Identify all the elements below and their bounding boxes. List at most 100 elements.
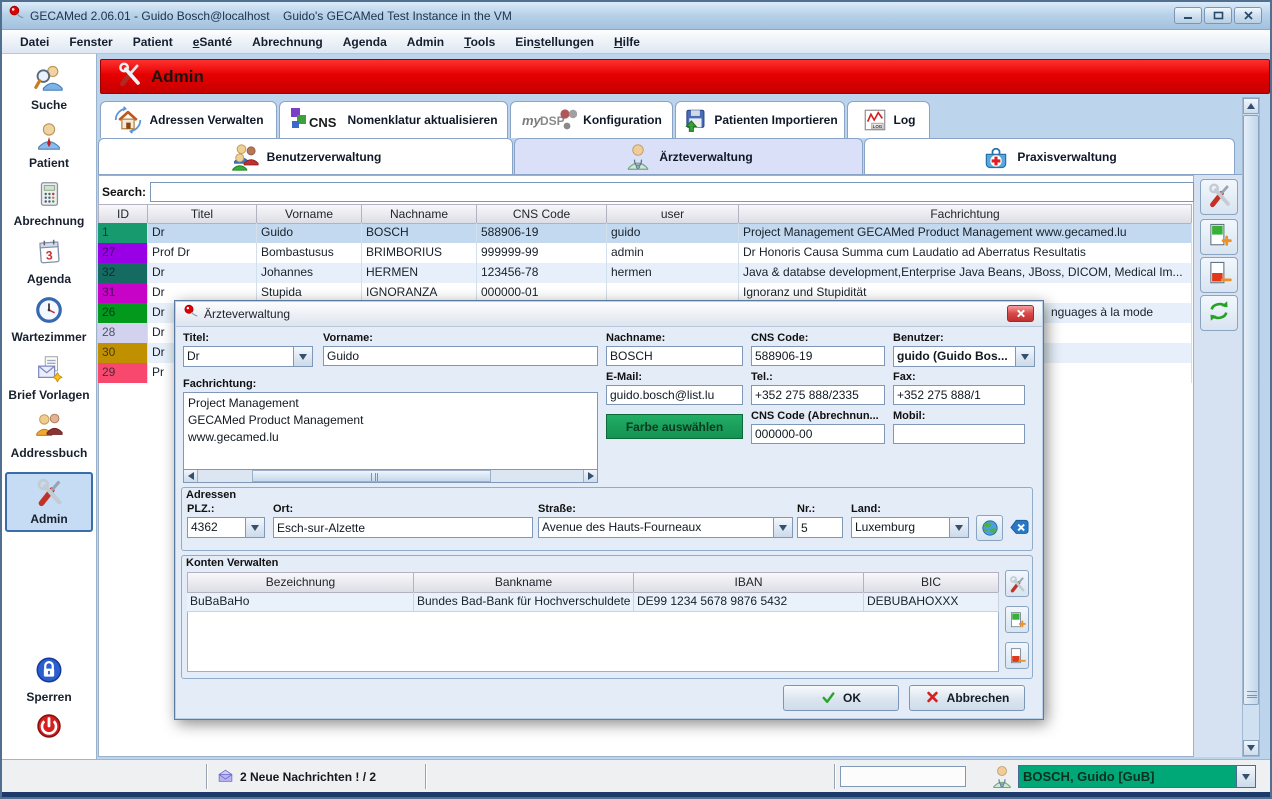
nr-field[interactable]: [797, 517, 843, 538]
vorname-field[interactable]: [323, 346, 598, 366]
menu-admin[interactable]: Admin: [399, 32, 452, 52]
land-combo-arrow[interactable]: [949, 518, 968, 537]
active-doctor-combobox[interactable]: BOSCH, Guido [GuB]: [1018, 765, 1256, 788]
tab-log[interactable]: LOGLog: [847, 101, 930, 138]
doctor-row-32[interactable]: 32DrJohannesHERMEN123456-78hermenJava & …: [98, 263, 1192, 283]
tab-nomenklatur-aktualisieren[interactable]: CNSNomenklatur aktualisieren: [279, 101, 508, 138]
fachrichtung-hscrollbar[interactable]: [183, 469, 598, 483]
add-doctor-button[interactable]: [1200, 219, 1238, 255]
sidebar-item-suche[interactable]: Suche: [5, 63, 93, 112]
tab-patienten-importieren[interactable]: Patienten Importieren: [675, 101, 845, 138]
nr-label: Nr.:: [797, 503, 815, 515]
tab-label: Konfiguration: [583, 113, 662, 127]
column-header-id[interactable]: ID: [98, 204, 148, 224]
sidebar-item-addressbuch[interactable]: Addressbuch: [5, 411, 93, 460]
land-combobox[interactable]: Luxemburg: [851, 517, 969, 538]
plz-combo-arrow[interactable]: [245, 518, 264, 537]
minimize-button[interactable]: [1174, 7, 1202, 24]
nachname-field[interactable]: [606, 346, 743, 366]
menu-esanté[interactable]: eSanté: [185, 32, 240, 52]
scroll-down-button[interactable]: [1243, 740, 1259, 756]
scroll-left-button[interactable]: [184, 470, 198, 482]
doctor-icon: [624, 143, 652, 171]
tel-field[interactable]: [751, 385, 885, 405]
sidebar-item-patient[interactable]: Patient: [5, 121, 93, 170]
account-row[interactable]: BuBaBaHoBundes Bad-Bank für Hochverschul…: [187, 592, 999, 612]
map-globe-button[interactable]: [976, 515, 1003, 541]
tab-konfiguration[interactable]: myDSPKonfiguration: [510, 101, 673, 138]
konten-column-bic[interactable]: BIC: [864, 572, 999, 593]
search-input[interactable]: [150, 182, 1194, 202]
doctor-combo-arrow[interactable]: [1236, 766, 1255, 787]
benutzer-combobox[interactable]: guido (Guido Bos...: [893, 346, 1035, 367]
menu-einstellungen[interactable]: Einstellungen: [507, 32, 602, 52]
strasse-combo-arrow[interactable]: [773, 518, 792, 537]
scroll-up-button[interactable]: [1243, 98, 1259, 114]
vertical-scrollbar[interactable]: [1242, 97, 1260, 757]
hscroll-thumb[interactable]: [252, 470, 491, 482]
status-input[interactable]: [840, 766, 966, 787]
konten-column-iban[interactable]: IBAN: [634, 572, 864, 593]
new-messages-status[interactable]: 2 Neue Nachrichten ! / 2: [217, 768, 376, 786]
ok-button[interactable]: OK: [783, 685, 899, 711]
svg-text:CNS: CNS: [309, 115, 337, 130]
edit-account-button[interactable]: [1005, 570, 1029, 597]
doctor-row-27[interactable]: 27Prof DrBombastususBRIMBORIUS999999-99a…: [98, 243, 1192, 263]
tab-ärzteverwaltung[interactable]: Ärzteverwaltung: [514, 138, 863, 175]
vorname-label: Vorname:: [323, 332, 373, 344]
sidebar-item-sperren[interactable]: Sperren: [5, 655, 93, 704]
cns-code-field[interactable]: [751, 346, 885, 366]
sidebar-item-wartezimmer[interactable]: Wartezimmer: [5, 295, 93, 344]
menu-agenda[interactable]: Agenda: [335, 32, 395, 52]
column-header-nachname[interactable]: Nachname: [362, 204, 477, 224]
scrollbar-thumb[interactable]: [1243, 115, 1259, 705]
titel-combobox[interactable]: Dr: [183, 346, 313, 367]
fax-field[interactable]: [893, 385, 1025, 405]
fachrichtung-textarea[interactable]: Project Management GECAMed Product Manag…: [183, 392, 598, 469]
ort-field[interactable]: [273, 517, 533, 538]
menu-tools[interactable]: Tools: [456, 32, 503, 52]
refresh-button[interactable]: [1200, 295, 1238, 331]
sidebar-item-agenda[interactable]: 3Agenda: [5, 237, 93, 286]
doctor-row-1[interactable]: 1DrGuidoBOSCH588906-19guidoProject Manag…: [98, 223, 1192, 243]
column-header-vorname[interactable]: Vorname: [257, 204, 362, 224]
column-header-user[interactable]: user: [607, 204, 739, 224]
remove-account-button[interactable]: [1005, 642, 1029, 669]
sidebar-item-brief-vorlagen[interactable]: Brief Vorlagen: [5, 353, 93, 402]
maximize-button[interactable]: [1204, 7, 1232, 24]
column-header-fachrichtung[interactable]: Fachrichtung: [739, 204, 1192, 224]
choose-color-button[interactable]: Farbe auswählen: [606, 414, 743, 439]
menu-patient[interactable]: Patient: [125, 32, 181, 52]
check-icon: [821, 690, 836, 707]
menu-fenster[interactable]: Fenster: [61, 32, 120, 52]
column-header-cns-code[interactable]: CNS Code: [477, 204, 607, 224]
menu-datei[interactable]: Datei: [12, 32, 57, 52]
logout-power-button[interactable]: [35, 712, 63, 745]
add-account-button[interactable]: [1005, 606, 1029, 633]
konten-column-bankname[interactable]: Bankname: [414, 572, 634, 593]
menu-abrechnung[interactable]: Abrechnung: [244, 32, 331, 52]
edit-doctor-button[interactable]: [1200, 179, 1238, 215]
menu-hilfe[interactable]: Hilfe: [606, 32, 648, 52]
plz-combobox[interactable]: 4362: [187, 517, 265, 538]
clear-address-button[interactable]: [1008, 517, 1031, 543]
scroll-right-button[interactable]: [583, 470, 597, 482]
tab-adressen-verwalten[interactable]: Adressen Verwalten: [100, 101, 277, 138]
mobil-field[interactable]: [893, 424, 1025, 444]
tab-praxisverwaltung[interactable]: Praxisverwaltung: [864, 138, 1235, 175]
close-button[interactable]: [1234, 7, 1262, 24]
titel-combo-arrow[interactable]: [293, 347, 312, 366]
column-header-titel[interactable]: Titel: [148, 204, 257, 224]
sidebar-item-abrechnung[interactable]: Abrechnung: [5, 179, 93, 228]
remove-doctor-button[interactable]: [1200, 257, 1238, 293]
cancel-button[interactable]: Abbrechen: [909, 685, 1025, 711]
email-field[interactable]: [606, 385, 743, 405]
benutzer-combo-arrow[interactable]: [1015, 347, 1034, 366]
konten-column-bezeichnung[interactable]: Bezeichnung: [187, 572, 414, 593]
cell-id: 28: [98, 323, 148, 343]
sidebar-item-admin[interactable]: Admin: [5, 472, 93, 532]
tab-benutzerverwaltung[interactable]: Benutzerverwaltung: [98, 138, 513, 175]
strasse-combobox[interactable]: Avenue des Hauts-Fourneaux: [538, 517, 793, 538]
cns-code-abrechnung-field[interactable]: [751, 424, 885, 444]
dialog-close-button[interactable]: [1007, 305, 1034, 322]
